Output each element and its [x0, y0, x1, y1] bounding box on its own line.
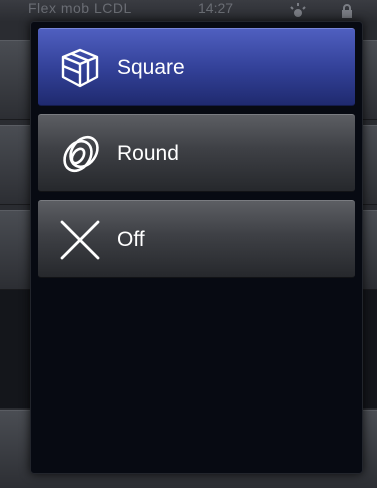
menu-item-label: Off: [117, 228, 145, 251]
menu-item-label: Square: [117, 56, 185, 79]
status-carrier-text: Flex mob LCDL: [28, 0, 132, 16]
brightness-icon: [290, 3, 306, 17]
x-icon: [60, 220, 100, 260]
status-bar: Flex mob LCDL 14:27: [0, 0, 377, 22]
menu-item-square[interactable]: Square: [38, 28, 355, 106]
lock-icon: [342, 4, 352, 18]
menu-item-round[interactable]: Round: [38, 114, 355, 192]
screen: Flex mob LCDL 14:27 Square Round Off: [0, 0, 377, 488]
cube-outline-icon: [61, 48, 99, 88]
status-time: 14:27: [198, 0, 234, 16]
shape-selection-popup: Square Round Off: [30, 21, 363, 474]
menu-item-off[interactable]: Off: [38, 200, 355, 278]
menu-item-label: Round: [117, 142, 179, 165]
ring-icon: [63, 135, 99, 173]
